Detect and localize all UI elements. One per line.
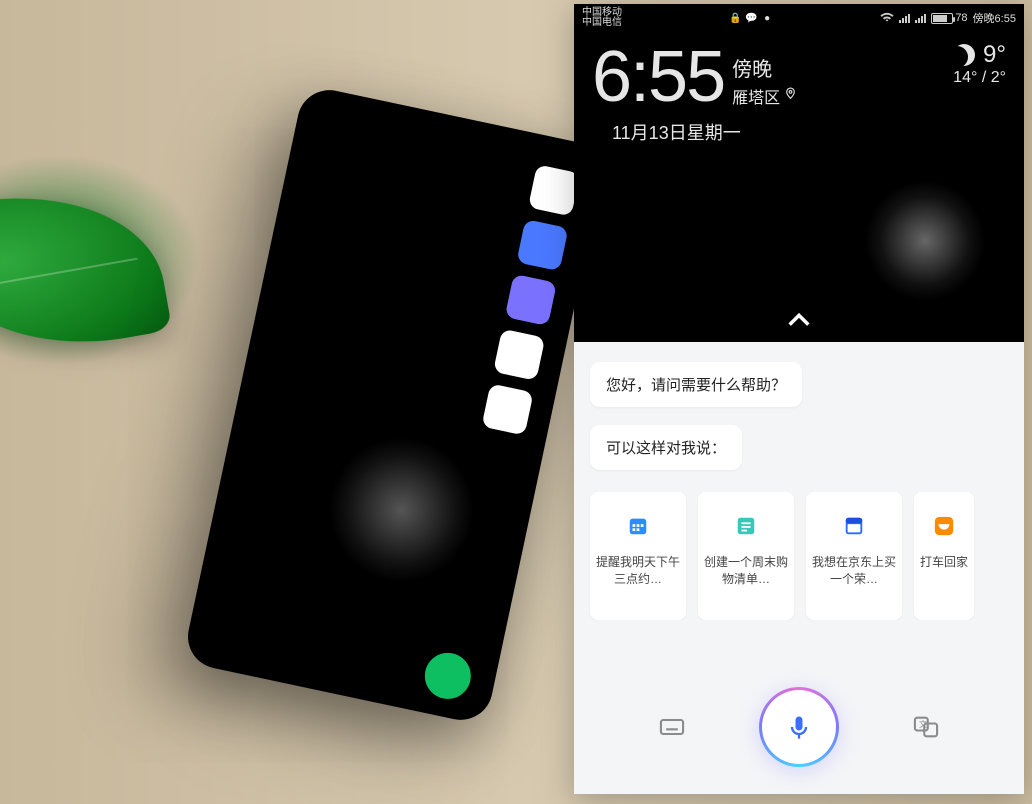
- svg-text:文: 文: [919, 719, 927, 729]
- battery-icon: 78: [931, 12, 967, 24]
- weather-temp: 9°: [983, 41, 1006, 69]
- suggestion-label: 打车回家: [920, 554, 968, 571]
- device-screen: 中国移动 中国电信 🔒 💬 ● 78 傍晚6:55: [574, 4, 1024, 794]
- carrier-2: 中国电信: [582, 18, 622, 28]
- translate-button[interactable]: 文: [909, 710, 943, 744]
- chat-icon: 💬: [745, 12, 757, 24]
- browser-icon: [836, 508, 872, 544]
- home-wallpaper: 中国移动 中国电信 🔒 💬 ● 78 傍晚6:55: [574, 4, 1024, 342]
- leaf-decor: [0, 172, 172, 368]
- didi-icon: [926, 508, 962, 544]
- wifi-icon: [880, 11, 894, 25]
- weather-widget[interactable]: 9° 14° / 2°: [953, 41, 1006, 145]
- date-label: 11月13日星期一: [592, 119, 797, 145]
- notification-icons: 🔒 💬 ●: [729, 12, 773, 24]
- suggestion-row: 提醒我明天下午三点约… 创建一个周末购物清单… 我想在京东上买一个荣… 打车回家: [574, 492, 1024, 620]
- note-icon: [728, 508, 764, 544]
- assistant-dock: 文: [574, 672, 1024, 794]
- keyboard-button[interactable]: [655, 710, 689, 744]
- clock-time: 6:55: [592, 41, 724, 113]
- suggestion-label: 创建一个周末购物清单…: [704, 554, 788, 588]
- assistant-greeting: 您好，请问需要什么帮助？: [590, 362, 802, 407]
- status-bar: 中国移动 中国电信 🔒 💬 ● 78 傍晚6:55: [574, 4, 1024, 29]
- phone-photo: [182, 84, 608, 726]
- suggestion-label: 我想在京东上买一个荣…: [812, 554, 896, 588]
- suggestion-card-list[interactable]: 创建一个周末购物清单…: [698, 492, 794, 620]
- signal-1-icon: [899, 13, 910, 23]
- suggestion-card-shopping[interactable]: 我想在京东上买一个荣…: [806, 492, 902, 620]
- assistant-hint: 可以这样对我说：: [590, 425, 742, 470]
- microphone-button[interactable]: [759, 687, 839, 767]
- clock-period: 傍晚: [732, 53, 797, 82]
- moon-icon: [953, 44, 975, 66]
- battery-pct: 78: [955, 12, 967, 24]
- calendar-icon: [620, 508, 656, 544]
- location-row[interactable]: 雁塔区: [732, 84, 797, 108]
- suggestion-card-taxi[interactable]: 打车回家: [914, 492, 974, 620]
- statusbar-clock: 傍晚6:55: [973, 10, 1016, 26]
- weather-hilo: 14° / 2°: [953, 69, 1006, 87]
- suggestion-label: 提醒我明天下午三点约…: [596, 554, 680, 588]
- dot-icon: ●: [761, 12, 773, 24]
- suggestion-card-reminder[interactable]: 提醒我明天下午三点约…: [590, 492, 686, 620]
- lock-icon: 🔒: [729, 12, 741, 24]
- expand-chevron[interactable]: [785, 306, 813, 334]
- voice-assistant-panel: 您好，请问需要什么帮助？ 可以这样对我说： 提醒我明天下午三点约… 创建一个周末…: [574, 342, 1024, 794]
- location-pin-icon: [784, 87, 797, 105]
- location-name: 雁塔区: [732, 84, 780, 108]
- signal-2-icon: [915, 13, 926, 23]
